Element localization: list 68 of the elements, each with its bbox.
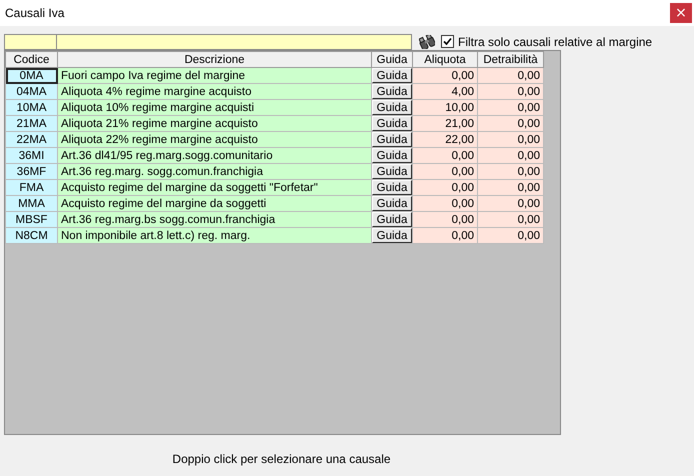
table-cell: 0,00 xyxy=(478,84,544,100)
guida-button[interactable]: Guida xyxy=(372,164,412,179)
table-cell: 0,00 xyxy=(478,68,544,84)
guida-button[interactable]: Guida xyxy=(372,228,412,243)
table-cell: 0,00 xyxy=(478,116,544,132)
table-cell: Fuori campo Iva regime del margine xyxy=(58,68,372,84)
table-cell[interactable]: MBSF xyxy=(6,212,58,228)
filter-checkbox[interactable] xyxy=(441,35,454,48)
column-header: Aliquota xyxy=(412,52,478,68)
guida-button[interactable]: Guida xyxy=(372,68,412,83)
table-cell: 0,00 xyxy=(478,212,544,228)
table-cell: Aliquota 10% regime margine acquisti xyxy=(58,100,372,116)
table-cell: Acquisto regime del margine da soggetti xyxy=(58,196,372,212)
table-cell[interactable]: 36MF xyxy=(6,164,58,180)
table-cell: Art.36 reg.marg. sogg.comun.franchigia xyxy=(58,164,372,180)
column-header: Detraibilità xyxy=(478,52,544,68)
guida-button[interactable]: Guida xyxy=(372,100,412,115)
table-cell[interactable]: 22MA xyxy=(6,132,58,148)
table-cell: 0,00 xyxy=(478,180,544,196)
table-cell: Aliquota 21% regime margine acquisto xyxy=(58,116,372,132)
table-cell: 0,00 xyxy=(412,148,478,164)
guida-button[interactable]: Guida xyxy=(372,180,412,195)
table-cell: 22,00 xyxy=(412,132,478,148)
checkbox-label: Filtra solo causali relative al margine xyxy=(458,34,652,48)
guida-button[interactable]: Guida xyxy=(372,132,412,147)
close-button[interactable]: × xyxy=(670,3,692,23)
table-cell: 0,00 xyxy=(478,164,544,180)
table-cell: 0,00 xyxy=(412,164,478,180)
table-cell: Art.36 dl41/95 reg.marg.sogg.comunitario xyxy=(58,148,372,164)
table-cell: 0,00 xyxy=(478,196,544,212)
column-header: Descrizione xyxy=(58,52,372,68)
code-filter-field[interactable] xyxy=(4,34,57,50)
table-cell[interactable]: 04MA xyxy=(6,84,58,100)
table-cell[interactable]: MMA xyxy=(6,196,58,212)
column-header: Codice xyxy=(6,52,58,68)
table-cell: Art.36 reg.marg.bs sogg.comun.franchigia xyxy=(58,212,372,228)
table-cell: 0,00 xyxy=(478,148,544,164)
binoculars-icon[interactable] xyxy=(419,34,435,48)
column-header: Guida xyxy=(372,52,412,68)
table-cell: 21,00 xyxy=(412,116,478,132)
guida-button[interactable]: Guida xyxy=(372,196,412,211)
status-text: Doppio click per selezionare una causale xyxy=(171,452,392,466)
guida-button[interactable]: Guida xyxy=(372,148,412,163)
table-cell: 0,00 xyxy=(412,196,478,212)
table-cell: 0,00 xyxy=(412,68,478,84)
table-cell[interactable]: 21MA xyxy=(6,116,58,132)
guida-button[interactable]: Guida xyxy=(372,116,412,131)
description-filter-field[interactable] xyxy=(57,34,412,50)
table-cell[interactable]: 10MA xyxy=(6,100,58,116)
table-cell[interactable]: FMA xyxy=(6,180,58,196)
table-cell: Acquisto regime del margine da soggetti "Forfetar" xyxy=(58,180,372,196)
table-cell: 0,00 xyxy=(478,228,544,244)
window-title: Causali Iva xyxy=(5,6,64,20)
table-cell: 4,00 xyxy=(412,84,478,100)
table-cell: Non imponibile art.8 lett.c) reg. marg. xyxy=(58,228,372,244)
guida-button[interactable]: Guida xyxy=(372,212,412,227)
table-cell[interactable]: N8CM xyxy=(6,228,58,244)
table-cell: 10,00 xyxy=(412,100,478,116)
guida-button[interactable]: Guida xyxy=(372,84,412,99)
table-cell: 0,00 xyxy=(412,228,478,244)
table-cell: 0,00 xyxy=(412,180,478,196)
table-cell: Aliquota 22% regime margine acquisto xyxy=(58,132,372,148)
table-cell: Aliquota 4% regime margine acquisto xyxy=(58,84,372,100)
table-cell[interactable]: 36MI xyxy=(6,148,58,164)
table-cell[interactable]: 0MA xyxy=(6,68,58,84)
table-cell: 0,00 xyxy=(478,132,544,148)
table-cell: 0,00 xyxy=(412,212,478,228)
table-cell: 0,00 xyxy=(478,100,544,116)
